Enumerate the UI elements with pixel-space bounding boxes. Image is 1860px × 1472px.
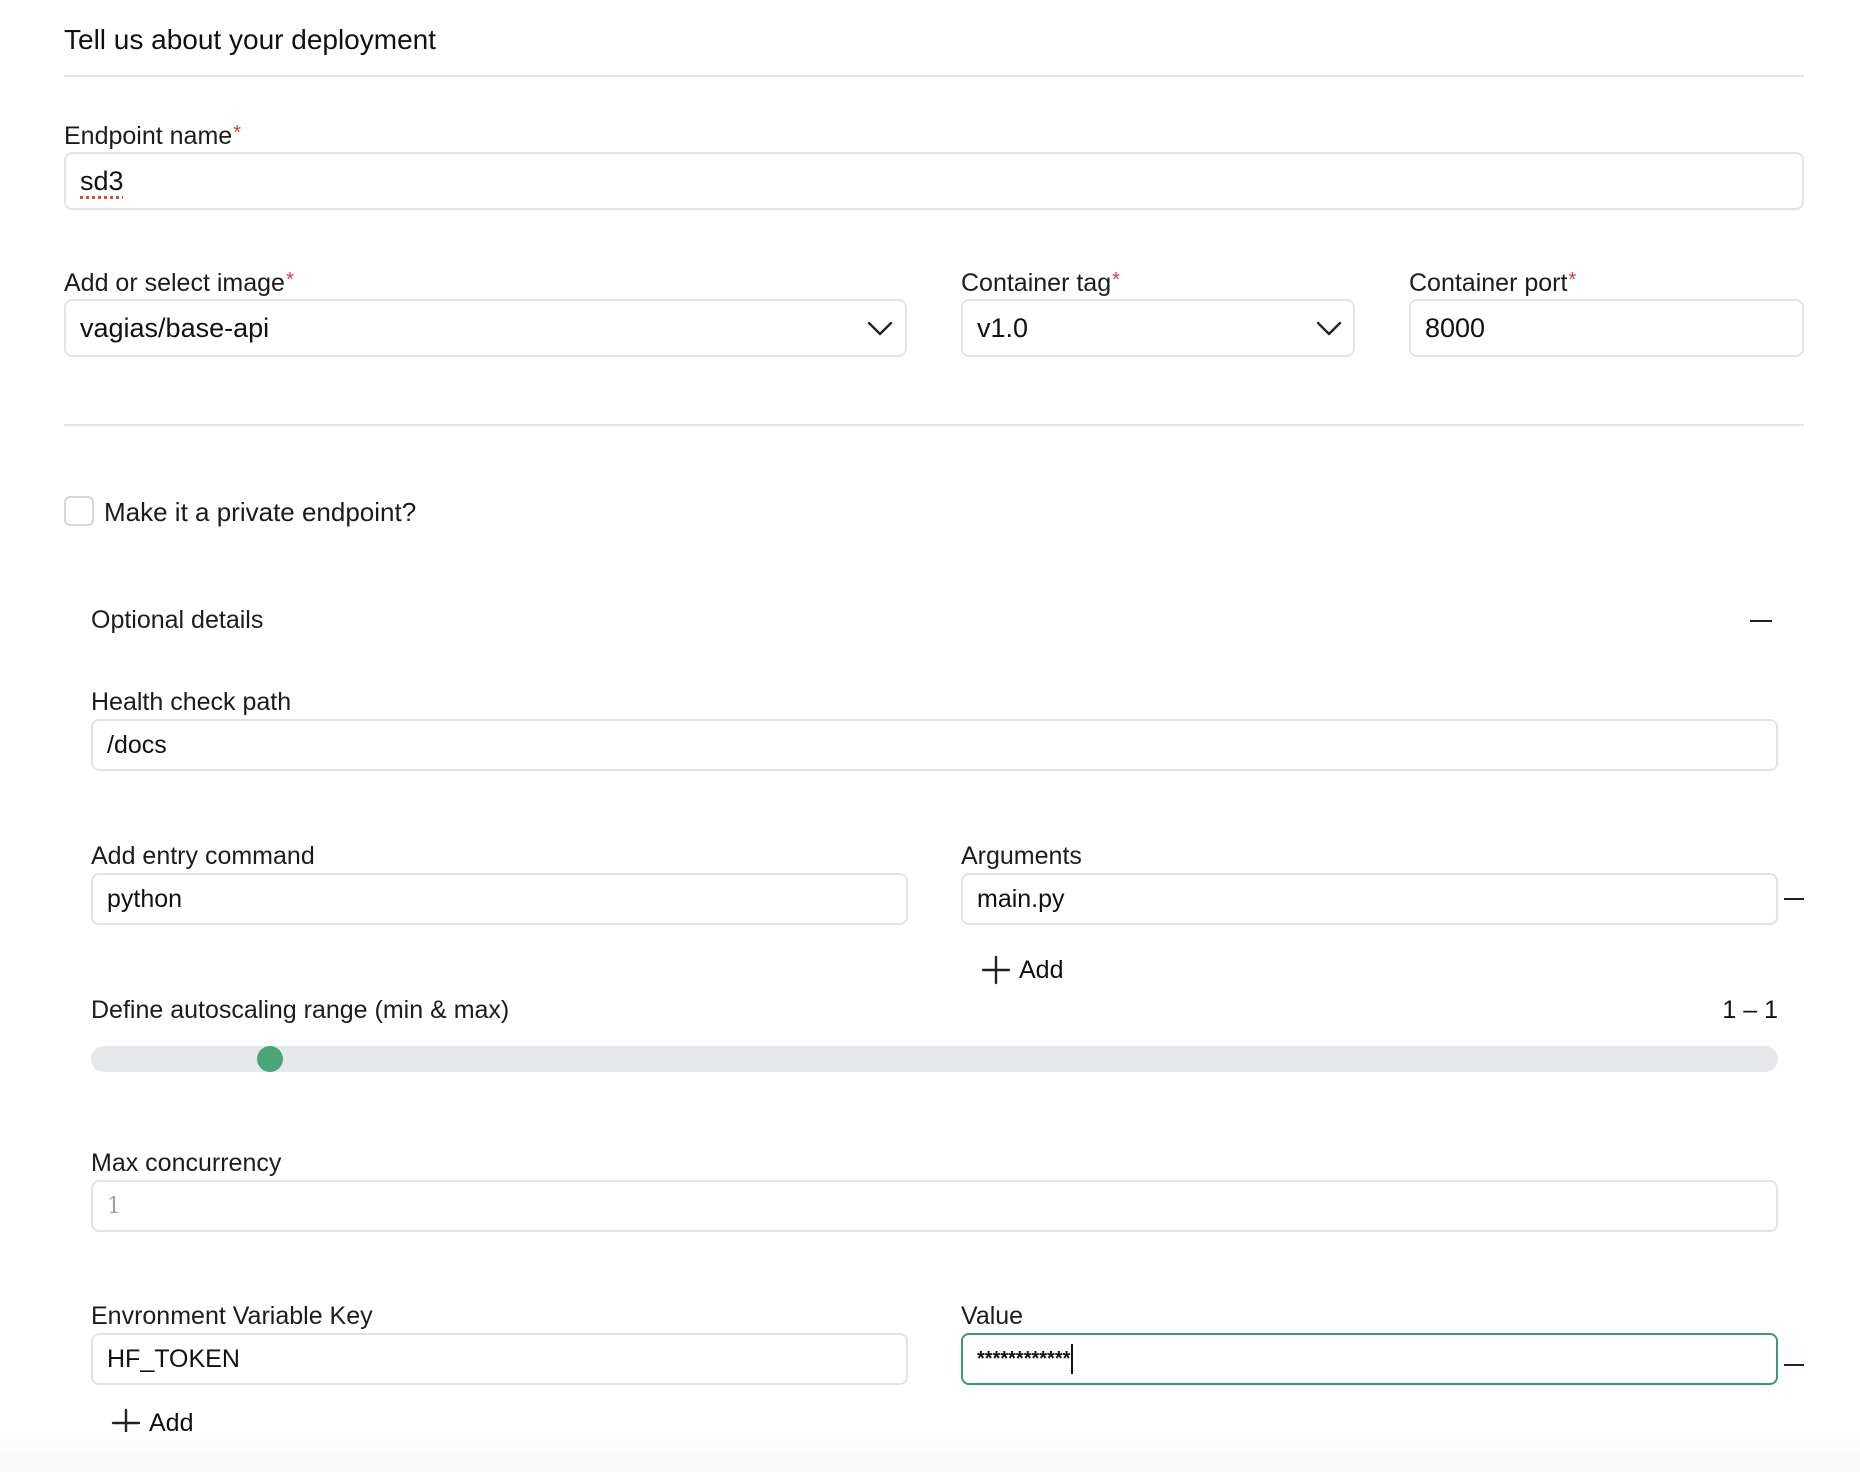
arguments-label: Arguments: [961, 842, 1082, 870]
divider: [64, 75, 1804, 77]
image-label: Add or select image*: [64, 269, 294, 298]
autoscaling-slider-track[interactable]: [91, 1046, 1778, 1072]
health-check-input[interactable]: /docs: [91, 719, 1778, 771]
endpoint-name-input[interactable]: sd3: [64, 152, 1804, 210]
autoscaling-slider-thumb[interactable]: [257, 1046, 283, 1072]
entry-command-label: Add entry command: [91, 842, 315, 870]
endpoint-name-label-text: Endpoint name: [64, 122, 233, 150]
max-concurrency-input[interactable]: 1: [91, 1180, 1778, 1232]
container-port-label: Container port*: [1409, 269, 1576, 298]
optional-details-title[interactable]: Optional details: [91, 606, 263, 635]
image-select[interactable]: vagias/base-api: [64, 299, 907, 357]
container-tag-label: Container tag*: [961, 269, 1120, 298]
container-tag-value: v1.0: [977, 312, 1029, 343]
text-cursor: [1071, 1344, 1074, 1374]
max-concurrency-label: Max concurrency: [91, 1149, 282, 1177]
arguments-input[interactable]: main.py: [961, 873, 1778, 925]
autoscaling-range-readout: 1 – 1: [1722, 996, 1778, 1024]
remove-argument-icon[interactable]: [1784, 898, 1804, 900]
max-concurrency-placeholder: 1: [107, 1193, 121, 1219]
required-mark: *: [233, 122, 241, 144]
image-label-text: Add or select image: [64, 269, 285, 297]
health-check-label: Health check path: [91, 688, 292, 716]
chevron-down-icon[interactable]: [1314, 313, 1344, 343]
container-tag-label-text: Container tag: [961, 269, 1112, 297]
divider: [64, 424, 1804, 426]
env-value-input[interactable]: ************: [961, 1333, 1778, 1385]
container-port-label-text: Container port: [1409, 269, 1568, 297]
env-key-label: Envronment Variable Key: [91, 1302, 373, 1330]
env-value-masked: ************: [977, 1347, 1071, 1370]
env-key-value: HF_TOKEN: [107, 1344, 240, 1373]
entry-command-input[interactable]: python: [91, 873, 908, 925]
container-port-input[interactable]: 8000: [1409, 299, 1804, 357]
page-bottom: [0, 1432, 1860, 1472]
private-endpoint-checkbox[interactable]: [64, 496, 94, 526]
endpoint-name-label: Endpoint name*: [64, 122, 241, 151]
required-mark: *: [285, 269, 294, 291]
add-argument-label: Add: [1019, 955, 1064, 984]
container-port-value: 8000: [1425, 312, 1486, 343]
image-select-value: vagias/base-api: [80, 312, 270, 343]
plus-icon: [981, 955, 1011, 985]
required-mark: *: [1112, 269, 1120, 291]
autoscaling-label: Define autoscaling range (min & max): [91, 996, 510, 1024]
add-argument-button[interactable]: Add: [981, 955, 1063, 985]
arguments-value: main.py: [977, 884, 1065, 913]
minus-icon[interactable]: [1750, 620, 1772, 622]
required-mark: *: [1568, 269, 1577, 291]
private-endpoint-label[interactable]: Make it a private endpoint?: [104, 497, 416, 528]
remove-env-var-icon[interactable]: [1784, 1364, 1804, 1366]
env-key-input[interactable]: HF_TOKEN: [91, 1333, 908, 1385]
health-check-value: /docs: [107, 730, 167, 759]
container-tag-select[interactable]: v1.0: [961, 299, 1355, 357]
endpoint-name-value: sd3: [80, 165, 124, 196]
section-title: Tell us about your deployment: [64, 24, 436, 55]
entry-command-value: python: [107, 884, 183, 913]
env-value-label: Value: [961, 1302, 1024, 1330]
chevron-down-icon[interactable]: [865, 313, 895, 343]
